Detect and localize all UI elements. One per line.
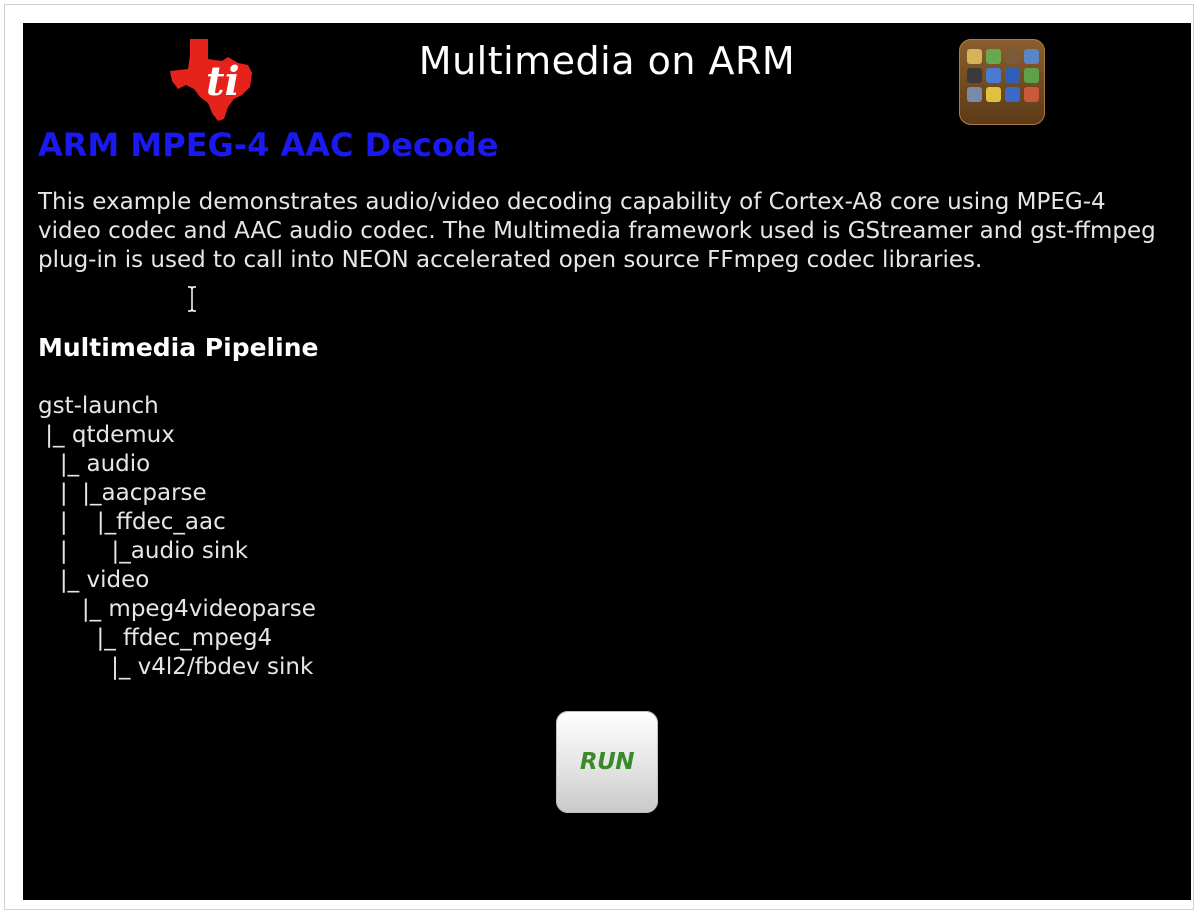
pipeline-title: Multimedia Pipeline <box>38 333 319 362</box>
app-grid-icon[interactable] <box>959 39 1045 125</box>
pipeline-line: |_ audio <box>38 451 151 477</box>
app-tile <box>1024 49 1039 64</box>
page-heading: ARM MPEG-4 AAC Decode <box>38 126 499 164</box>
pipeline-line: | |_ffdec_aac <box>38 509 226 535</box>
pipeline-tree: gst-launch |_ qtdemux |_ audio | |_aacpa… <box>38 392 316 682</box>
pipeline-line: |_ v4l2/fbdev sink <box>38 654 314 680</box>
text-cursor-icon <box>188 286 196 312</box>
run-button[interactable]: RUN <box>556 711 658 813</box>
pipeline-line: gst-launch <box>38 393 159 419</box>
app-tile <box>986 49 1001 64</box>
app-tile <box>1005 68 1020 83</box>
app-tile <box>986 68 1001 83</box>
app-tile <box>986 87 1001 102</box>
pipeline-line: |_ mpeg4videoparse <box>38 596 316 622</box>
app-tile <box>1024 68 1039 83</box>
app-tile <box>1024 87 1039 102</box>
pipeline-line: |_ qtdemux <box>38 422 175 448</box>
app-tile <box>967 49 982 64</box>
app-tile <box>967 87 982 102</box>
app-grid <box>967 49 1039 102</box>
pipeline-line: |_ video <box>38 567 150 593</box>
app-screen: ti Multimedia on ARM ARM MPEG-4 AAC Deco… <box>23 23 1191 900</box>
pipeline-line: | |_aacparse <box>38 480 207 506</box>
run-button-label: RUN <box>579 749 635 775</box>
app-tile <box>1005 49 1020 64</box>
window-frame: ti Multimedia on ARM ARM MPEG-4 AAC Deco… <box>4 4 1194 910</box>
app-tile <box>967 68 982 83</box>
description-text: This example demonstrates audio/video de… <box>38 189 1156 273</box>
pipeline-line: | |_audio sink <box>38 538 249 564</box>
pipeline-line: |_ ffdec_mpeg4 <box>38 625 273 651</box>
app-tile <box>1005 87 1020 102</box>
